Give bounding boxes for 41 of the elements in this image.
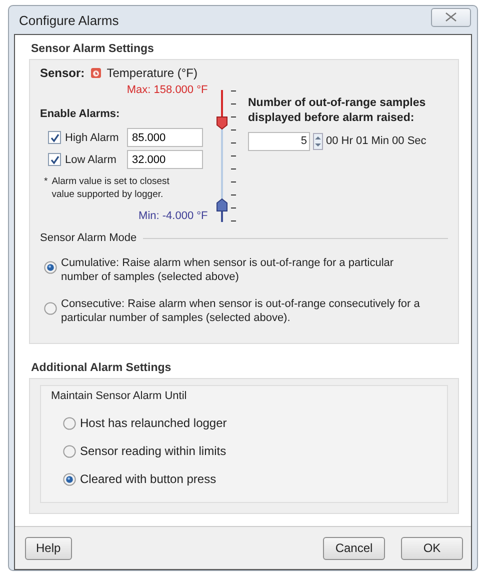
radio-button[interactable] <box>44 302 57 315</box>
radio-label: Cleared with button press <box>80 472 216 486</box>
radio-label: Cumulative: Raise alarm when sensor is out-of-range for a particular number of samples (selected above) <box>61 256 395 285</box>
checkbox[interactable] <box>48 153 61 166</box>
dialog-button[interactable]: OK <box>401 536 463 560</box>
section-heading: Additional Alarm Settings <box>31 362 172 374</box>
alarm-value-field[interactable]: 85.000 <box>127 128 203 147</box>
radio-button[interactable] <box>44 261 57 274</box>
radio-button[interactable] <box>63 444 76 458</box>
dialog-button[interactable]: Help <box>25 536 72 560</box>
spin-arrows[interactable] <box>313 132 323 150</box>
checkbox[interactable] <box>48 131 61 144</box>
close-button[interactable] <box>431 8 471 26</box>
low-slider-thumb[interactable] <box>216 198 228 212</box>
alarm-value-field[interactable]: 32.000 <box>127 150 203 169</box>
radio-label: Sensor reading within limits <box>80 444 226 458</box>
window-title: Configure Alarms <box>19 12 119 28</box>
alarm-label: Low Alarm <box>65 154 118 166</box>
max-label: Max: 158.000 °F <box>126 84 208 96</box>
dialog-button[interactable]: Cancel <box>323 536 385 560</box>
section-heading: Sensor Alarm Settings <box>31 43 155 55</box>
close-icon <box>445 12 457 22</box>
group-legend: Maintain Sensor Alarm Until <box>51 390 187 402</box>
radio-label: Host has relaunched logger <box>80 416 227 430</box>
high-slider-thumb[interactable] <box>216 116 228 130</box>
note-mark: * <box>44 175 48 189</box>
samples-heading: Number of out-of-range samples displayed before alarm raised: <box>248 96 427 126</box>
samples-spinner-field[interactable]: 5 <box>248 132 310 151</box>
min-label: Min: -4.000 °F <box>138 210 208 222</box>
sensor-label: Sensor: <box>40 66 85 80</box>
group-legend: Sensor Alarm Mode <box>40 232 137 244</box>
alarm-label: High Alarm <box>65 132 120 144</box>
alarm-clock-icon <box>90 67 102 79</box>
duration-text: 00 Hr 01 Min 00 Sec <box>326 135 426 148</box>
range-slider[interactable] <box>214 90 230 222</box>
enable-alarms-label: Enable Alarms: <box>40 108 121 120</box>
radio-button[interactable] <box>63 472 76 486</box>
sensor-name: Temperature (°F) <box>106 66 198 80</box>
radio-button[interactable] <box>63 416 76 430</box>
note-text: Alarm value is set to closest value supported by logger. <box>52 175 170 202</box>
radio-label: Consecutive: Raise alarm when sensor is out-of-range consecutively for a particular number of samples (selected above). <box>61 296 421 326</box>
